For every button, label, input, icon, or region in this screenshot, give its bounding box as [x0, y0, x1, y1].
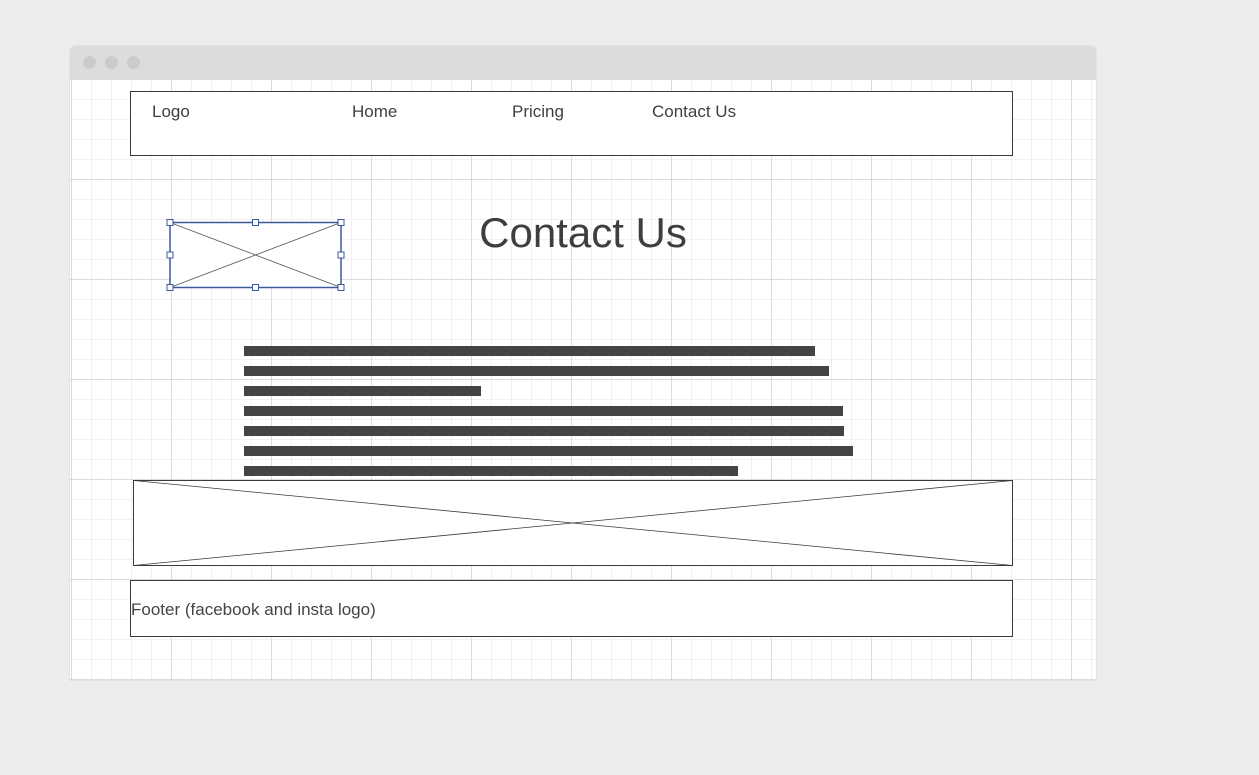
resize-handle[interactable]: [166, 251, 174, 259]
resize-handle[interactable]: [337, 284, 345, 291]
text-block-placeholder: [244, 346, 864, 486]
text-line-placeholder: [244, 386, 481, 396]
resize-handle[interactable]: [252, 219, 259, 226]
text-line-placeholder: [244, 346, 815, 356]
nav-logo[interactable]: Logo: [152, 102, 190, 122]
nav-home-link[interactable]: Home: [352, 102, 397, 122]
browser-window: Logo Home Pricing Contact Us Contact Us: [70, 46, 1096, 680]
window-titlebar: [70, 46, 1096, 79]
nav-contact-link[interactable]: Contact Us: [652, 102, 736, 122]
resize-handle[interactable]: [337, 219, 345, 226]
footer: Footer (facebook and insta logo): [130, 580, 1013, 637]
minimize-dot[interactable]: [105, 56, 118, 69]
resize-handle[interactable]: [166, 284, 174, 291]
text-line-placeholder: [244, 426, 844, 436]
wireframe-canvas: Logo Home Pricing Contact Us Contact Us: [70, 79, 1096, 680]
page-title: Contact Us: [479, 209, 687, 256]
banner-image-placeholder[interactable]: [133, 480, 1013, 566]
resize-handle[interactable]: [252, 284, 259, 291]
zoom-dot[interactable]: [127, 56, 140, 69]
footer-label: Footer (facebook and insta logo): [131, 600, 376, 619]
resize-handle[interactable]: [337, 251, 345, 259]
text-line-placeholder: [244, 366, 829, 376]
close-dot[interactable]: [83, 56, 96, 69]
selected-image-placeholder[interactable]: [166, 219, 346, 291]
nav-pricing-link[interactable]: Pricing: [512, 102, 564, 122]
text-line-placeholder: [244, 406, 843, 416]
navbar: Logo Home Pricing Contact Us: [130, 91, 1013, 156]
text-line-placeholder: [244, 466, 738, 476]
text-line-placeholder: [244, 446, 853, 456]
resize-handle[interactable]: [166, 219, 174, 226]
